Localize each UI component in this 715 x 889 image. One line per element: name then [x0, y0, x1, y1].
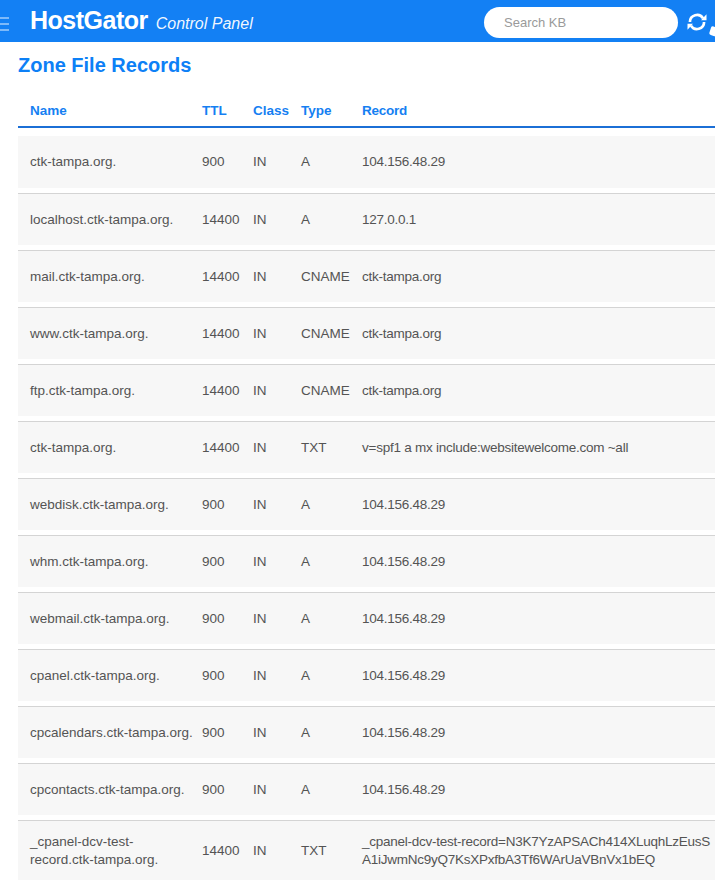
table-row: mail.ctk-tampa.org. 14400 IN CNAME ctk-t…: [18, 250, 715, 302]
cell-name: _cpanel-dcv-test-record.ctk-tampa.org.: [30, 833, 202, 869]
cell-record: 104.156.48.29: [362, 781, 715, 799]
table-row: ctk-tampa.org. 900 IN A 104.156.48.29: [18, 136, 715, 188]
cell-type: A: [301, 211, 362, 229]
cell-ttl: 900: [202, 724, 253, 742]
cell-name: www.ctk-tampa.org.: [30, 325, 202, 343]
table-row: webmail.ctk-tampa.org. 900 IN A 104.156.…: [18, 592, 715, 644]
cell-type: CNAME: [301, 325, 362, 343]
column-header-name: Name: [30, 102, 202, 120]
cell-record: 104.156.48.29: [362, 153, 715, 171]
brand-suffix: Control Panel: [156, 15, 253, 32]
table-row: ftp.ctk-tampa.org. 14400 IN CNAME ctk-ta…: [18, 364, 715, 416]
cell-name: whm.ctk-tampa.org.: [30, 553, 202, 571]
cell-name: cpcalendars.ctk-tampa.org.: [30, 724, 202, 742]
cell-class: IN: [253, 211, 301, 229]
table-body: ctk-tampa.org. 900 IN A 104.156.48.29 lo…: [18, 136, 715, 880]
cell-type: CNAME: [301, 268, 362, 286]
cell-class: IN: [253, 842, 301, 860]
page-title: Zone File Records: [18, 54, 715, 77]
table-row: webdisk.ctk-tampa.org. 900 IN A 104.156.…: [18, 478, 715, 530]
cell-class: IN: [253, 153, 301, 171]
cell-record: 127.0.0.1: [362, 211, 715, 229]
cell-ttl: 14400: [202, 842, 253, 860]
table-row: www.ctk-tampa.org. 14400 IN CNAME ctk-ta…: [18, 307, 715, 359]
cell-ttl: 900: [202, 153, 253, 171]
table-row: cpanel.ctk-tampa.org. 900 IN A 104.156.4…: [18, 649, 715, 701]
cell-ttl: 900: [202, 667, 253, 685]
cell-record: 104.156.48.29: [362, 667, 715, 685]
cell-name: webdisk.ctk-tampa.org.: [30, 496, 202, 514]
cell-ttl: 14400: [202, 268, 253, 286]
column-header-record: Record: [362, 102, 715, 120]
cell-type: A: [301, 724, 362, 742]
menu-icon[interactable]: [0, 17, 9, 35]
table-row: localhost.ctk-tampa.org. 14400 IN A 127.…: [18, 193, 715, 245]
cell-ttl: 14400: [202, 325, 253, 343]
cell-name: ftp.ctk-tampa.org.: [30, 382, 202, 400]
cell-type: A: [301, 781, 362, 799]
cell-record: ctk-tampa.org: [362, 268, 715, 286]
table-row: cpcontacts.ctk-tampa.org. 900 IN A 104.1…: [18, 763, 715, 815]
table-row: _cpanel-dcv-test-record.ctk-tampa.org. 1…: [18, 820, 715, 880]
cell-ttl: 900: [202, 496, 253, 514]
cell-name: mail.ctk-tampa.org.: [30, 268, 202, 286]
cell-name: localhost.ctk-tampa.org.: [30, 211, 202, 229]
cell-ttl: 14400: [202, 382, 253, 400]
cell-class: IN: [253, 667, 301, 685]
cell-name: cpanel.ctk-tampa.org.: [30, 667, 202, 685]
cell-ttl: 900: [202, 553, 253, 571]
cell-type: TXT: [301, 842, 362, 860]
column-header-class: Class: [253, 102, 301, 120]
table-row: whm.ctk-tampa.org. 900 IN A 104.156.48.2…: [18, 535, 715, 587]
cell-class: IN: [253, 781, 301, 799]
cell-type: A: [301, 610, 362, 628]
cell-class: IN: [253, 325, 301, 343]
table-row: cpcalendars.ctk-tampa.org. 900 IN A 104.…: [18, 706, 715, 758]
table-header-row: Name TTL Class Type Record: [18, 85, 715, 128]
cell-name: ctk-tampa.org.: [30, 153, 202, 171]
column-header-ttl: TTL: [202, 102, 253, 120]
cell-name: webmail.ctk-tampa.org.: [30, 610, 202, 628]
cell-record: v=spf1 a mx include:websitewelcome.com ~…: [362, 439, 715, 457]
cell-class: IN: [253, 496, 301, 514]
cell-class: IN: [253, 268, 301, 286]
cell-record: 104.156.48.29: [362, 610, 715, 628]
cell-record: 104.156.48.29: [362, 553, 715, 571]
cell-record: ctk-tampa.org: [362, 325, 715, 343]
brand: HostGator Control Panel: [30, 6, 253, 35]
cell-record: ctk-tampa.org: [362, 382, 715, 400]
partial-icon: [709, 26, 715, 37]
cell-type: A: [301, 153, 362, 171]
column-header-type: Type: [301, 102, 362, 120]
refresh-icon[interactable]: [687, 12, 707, 32]
search-input[interactable]: [484, 7, 678, 38]
zone-records-table: Name TTL Class Type Record ctk-tampa.org…: [18, 85, 715, 880]
cell-record: 104.156.48.29: [362, 724, 715, 742]
cell-class: IN: [253, 724, 301, 742]
table-row: ctk-tampa.org. 14400 IN TXT v=spf1 a mx …: [18, 421, 715, 473]
cell-record: 104.156.48.29: [362, 496, 715, 514]
cell-record: _cpanel-dcv-test-record=N3K7YzAPSACh414X…: [362, 833, 715, 869]
cell-class: IN: [253, 610, 301, 628]
cell-class: IN: [253, 553, 301, 571]
cell-type: CNAME: [301, 382, 362, 400]
cell-type: A: [301, 496, 362, 514]
cell-name: ctk-tampa.org.: [30, 439, 202, 457]
cell-ttl: 14400: [202, 439, 253, 457]
cell-type: TXT: [301, 439, 362, 457]
cell-name: cpcontacts.ctk-tampa.org.: [30, 781, 202, 799]
cell-ttl: 900: [202, 781, 253, 799]
cell-ttl: 14400: [202, 211, 253, 229]
brand-name: HostGator: [30, 6, 148, 34]
cell-ttl: 900: [202, 610, 253, 628]
cell-class: IN: [253, 439, 301, 457]
cell-type: A: [301, 553, 362, 571]
app-header: HostGator Control Panel: [0, 0, 715, 42]
cell-class: IN: [253, 382, 301, 400]
cell-type: A: [301, 667, 362, 685]
